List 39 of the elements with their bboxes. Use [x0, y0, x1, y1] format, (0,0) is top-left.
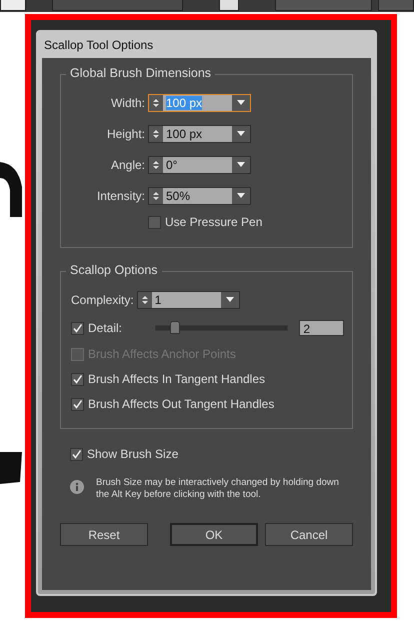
- spinner-icon[interactable]: [149, 157, 163, 173]
- combo-field[interactable]: 0°: [148, 156, 251, 174]
- checkbox[interactable]: [71, 322, 84, 334]
- dropdown-icon[interactable]: [232, 95, 250, 111]
- field-label: Height:: [106, 127, 145, 141]
- checkbox-label: Detail:: [88, 321, 122, 335]
- slider-thumb[interactable]: [170, 321, 180, 334]
- checkbox-label: Brush Affects In Tangent Handles: [88, 372, 266, 386]
- dialog-button[interactable]: Cancel: [265, 523, 353, 546]
- info-icon: [70, 480, 84, 494]
- info-text: Brush Size may be interactively changed by holding down the Alt Key before clicking with the tool.: [96, 477, 340, 501]
- dropdown-icon[interactable]: [232, 188, 250, 204]
- checkbox-label: Use Pressure Pen: [165, 215, 262, 229]
- dialog-button[interactable]: OK: [170, 523, 258, 546]
- field-label: Angle:: [110, 158, 145, 172]
- field-label: Complexity:: [71, 293, 134, 307]
- checkbox-label: Brush Affects Out Tangent Handles: [88, 397, 274, 411]
- checkbox[interactable]: [71, 398, 84, 410]
- dropdown-icon[interactable]: [220, 292, 239, 308]
- checkbox[interactable]: [71, 372, 84, 386]
- checkbox-label: Show Brush Size: [87, 447, 178, 461]
- dropdown-icon[interactable]: [232, 157, 250, 173]
- group-title: Global Brush Dimensions: [66, 66, 216, 80]
- number-field[interactable]: 2: [299, 320, 344, 336]
- checkbox[interactable]: [70, 448, 83, 460]
- combo-field[interactable]: 100 px: [148, 125, 251, 143]
- spinner-icon[interactable]: [138, 292, 152, 308]
- field-label: Width:: [110, 96, 145, 110]
- combo-field[interactable]: 1: [136, 291, 240, 309]
- dropdown-icon[interactable]: [232, 126, 250, 142]
- checkbox[interactable]: [148, 216, 161, 228]
- combo-field[interactable]: 50%: [148, 187, 251, 205]
- dialog-button[interactable]: Reset: [60, 523, 148, 546]
- window-title: Scallop Tool Options: [44, 38, 154, 52]
- spinner-icon[interactable]: [149, 126, 163, 142]
- spinner-icon[interactable]: [149, 95, 163, 111]
- spinner-icon[interactable]: [149, 188, 163, 204]
- field-label: Intensity:: [96, 189, 145, 203]
- group-title: Scallop Options: [66, 263, 162, 277]
